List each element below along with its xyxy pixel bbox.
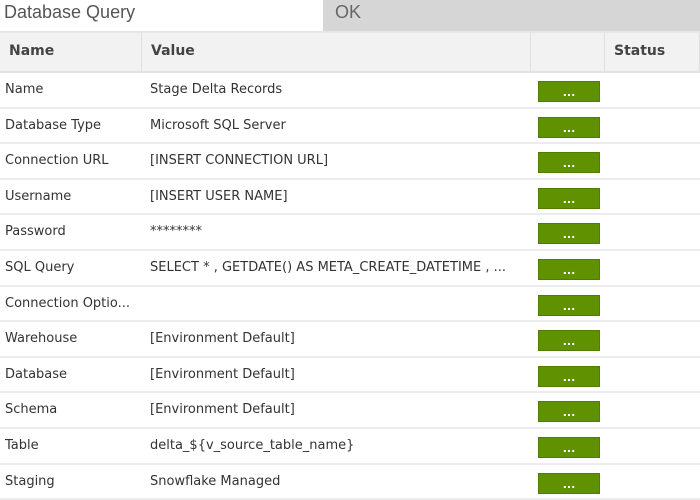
property-value[interactable]: [142, 287, 531, 321]
edit-button[interactable]: ...: [538, 187, 600, 209]
property-name: Schema: [5, 402, 58, 418]
header-value: Value: [142, 33, 531, 71]
property-value[interactable]: Snowflake Managed: [142, 465, 531, 499]
table-row: Schema [Environment Default] ...: [0, 393, 700, 429]
status-cell: [605, 251, 700, 285]
property-value[interactable]: [Environment Default]: [142, 393, 531, 427]
status-cell: [605, 215, 700, 249]
dialog-title: Database Query: [0, 0, 323, 31]
edit-button[interactable]: ...: [538, 223, 600, 245]
property-value[interactable]: Stage Delta Records: [142, 73, 531, 107]
property-value[interactable]: Microsoft SQL Server: [142, 109, 531, 143]
status-cell: [605, 287, 700, 321]
property-value[interactable]: ********: [142, 215, 531, 249]
property-name: Database Type: [5, 117, 102, 133]
edit-button[interactable]: ...: [538, 330, 600, 352]
table-row: Staging Snowflake Managed ...: [0, 465, 700, 500]
edit-button[interactable]: ...: [538, 294, 600, 316]
status-cell: [605, 429, 700, 463]
title-bar: Database Query OK: [0, 0, 700, 31]
status-cell: [605, 180, 700, 214]
edit-button[interactable]: ...: [538, 472, 600, 494]
edit-cell: ...: [531, 429, 605, 463]
ok-button[interactable]: OK: [323, 0, 700, 31]
edit-cell: ...: [531, 144, 605, 178]
property-name: Name: [5, 82, 44, 97]
edit-cell: ...: [531, 287, 605, 321]
property-name: Warehouse: [5, 331, 78, 347]
status-cell: [605, 393, 700, 427]
header-edit: [531, 33, 605, 71]
edit-cell: ...: [531, 109, 605, 143]
property-name: Username: [5, 188, 72, 204]
edit-button[interactable]: ...: [538, 401, 600, 423]
edit-cell: ...: [531, 180, 605, 214]
edit-cell: ...: [531, 358, 605, 392]
properties-table: Name Stage Delta Records ... Database Ty…: [0, 73, 700, 500]
edit-button[interactable]: ...: [538, 152, 600, 174]
edit-cell: ...: [531, 73, 605, 107]
table-row: SQL Query SELECT * , GETDATE() AS META_C…: [0, 251, 700, 287]
status-cell: [605, 322, 700, 356]
table-row: Database Type Microsoft SQL Server ...: [0, 109, 700, 145]
status-cell: [605, 358, 700, 392]
edit-cell: ...: [531, 465, 605, 499]
edit-cell: ...: [531, 215, 605, 249]
property-value[interactable]: [INSERT CONNECTION URL]: [142, 144, 531, 178]
status-cell: [605, 144, 700, 178]
property-name: Staging: [5, 473, 55, 489]
table-row: Name Stage Delta Records ...: [0, 73, 700, 109]
property-value[interactable]: delta_${v_source_table_name}: [142, 429, 531, 463]
property-value[interactable]: [INSERT USER NAME]: [142, 180, 531, 214]
edit-button[interactable]: ...: [538, 116, 600, 138]
property-name: Table: [5, 437, 39, 453]
header-status: Status: [605, 33, 700, 71]
table-row: Password ******** ...: [0, 215, 700, 251]
edit-cell: ...: [531, 322, 605, 356]
table-row: Username [INSERT USER NAME] ...: [0, 180, 700, 216]
edit-button[interactable]: ...: [538, 436, 600, 458]
property-value[interactable]: [Environment Default]: [142, 322, 531, 356]
table-row: Warehouse [Environment Default] ...: [0, 322, 700, 358]
property-name: Database: [5, 366, 68, 382]
property-name: Connection Optio...: [5, 295, 131, 311]
property-name: Password: [5, 224, 66, 240]
table-row: Connection Optio... ...: [0, 287, 700, 323]
edit-cell: ...: [531, 251, 605, 285]
edit-cell: ...: [531, 393, 605, 427]
table-row: Connection URL [INSERT CONNECTION URL] .…: [0, 144, 700, 180]
edit-button[interactable]: ...: [538, 81, 600, 102]
table-header: Name Value Status: [0, 31, 700, 73]
edit-button[interactable]: ...: [538, 365, 600, 387]
property-name: SQL Query: [5, 259, 75, 275]
status-cell: [605, 465, 700, 499]
table-row: Table delta_${v_source_table_name} ...: [0, 429, 700, 465]
status-cell: [605, 109, 700, 143]
property-name: Connection URL: [5, 153, 109, 169]
table-row: Database [Environment Default] ...: [0, 358, 700, 394]
property-value[interactable]: SELECT * , GETDATE() AS META_CREATE_DATE…: [142, 251, 531, 285]
property-value[interactable]: [Environment Default]: [142, 358, 531, 392]
header-name: Name: [0, 33, 142, 71]
status-cell: [605, 73, 700, 107]
edit-button[interactable]: ...: [538, 258, 600, 280]
